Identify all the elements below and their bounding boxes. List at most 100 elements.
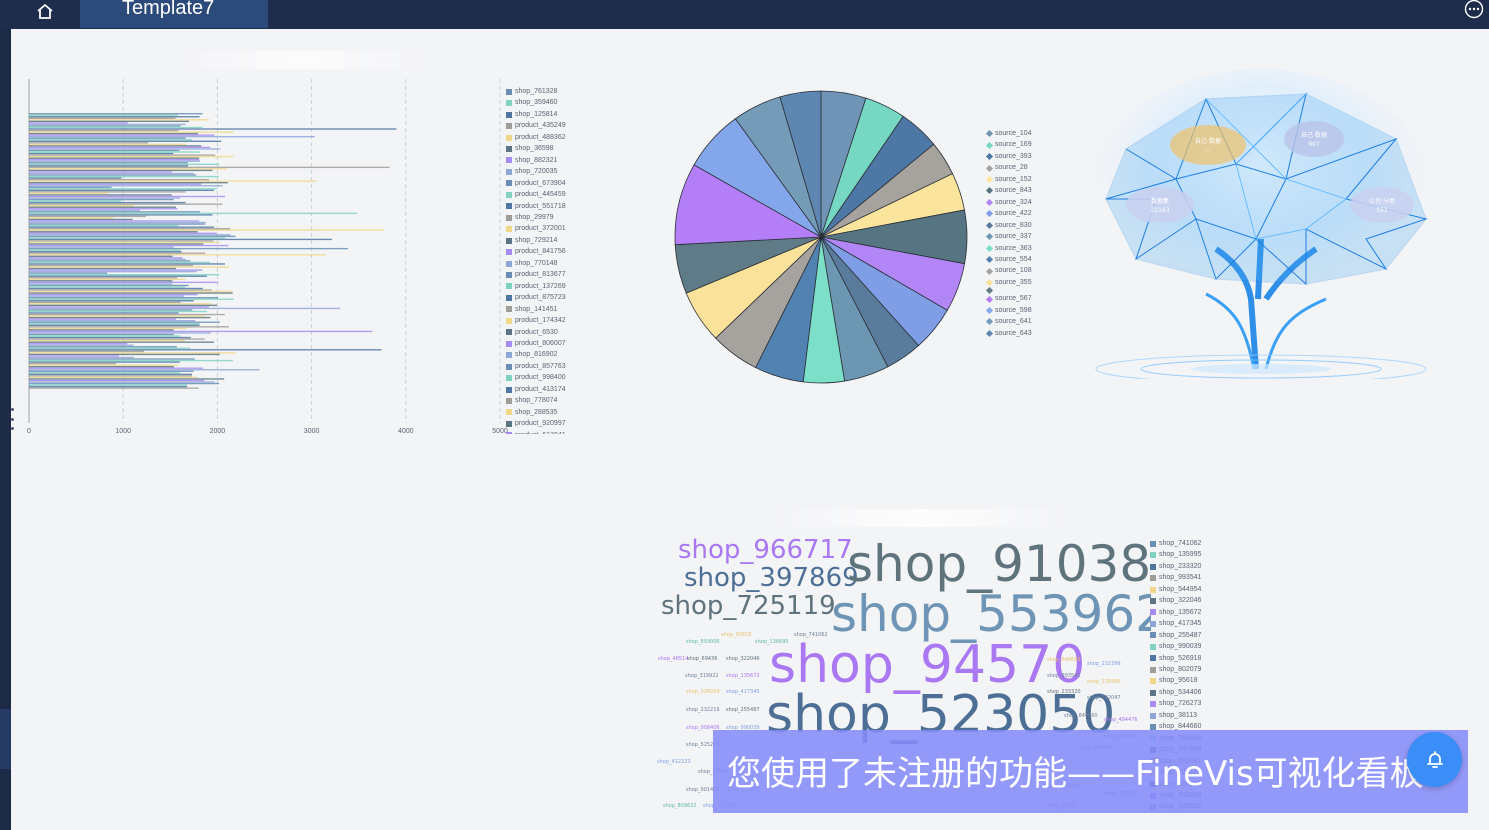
legend-item[interactable]: shop_95618 <box>1150 675 1201 686</box>
legend-item[interactable]: source_843 <box>985 185 1032 196</box>
legend-label: source_104 <box>995 130 1032 137</box>
legend-item[interactable]: source_324 <box>985 197 1032 208</box>
bar <box>29 352 236 354</box>
legend-item[interactable]: shop_802079 <box>1150 664 1201 675</box>
legend-item[interactable]: shop_288535 <box>506 407 566 418</box>
legend-item[interactable]: shop_741062 <box>1150 538 1201 549</box>
legend-item[interactable]: product_174342 <box>506 315 566 326</box>
word-cloud-word: shop_69436 <box>687 656 718 662</box>
legend-swatch <box>506 397 512 404</box>
word-cloud-word: shop_136695 <box>755 639 789 645</box>
legend-item[interactable]: product_613841 <box>506 430 566 434</box>
legend-item[interactable]: source_643 <box>985 328 1032 339</box>
legend-item[interactable]: product_137269 <box>506 281 566 292</box>
legend-item[interactable]: source_598 <box>985 305 1032 316</box>
legend-item[interactable]: shop_726273 <box>1150 698 1201 709</box>
legend-item[interactable]: shop_544954 <box>1150 584 1201 595</box>
legend-item[interactable]: shop_135995 <box>1150 549 1201 560</box>
legend-item[interactable]: shop_526918 <box>1150 653 1201 664</box>
pie-chart-legend: source_104 source_169 source_393 source_28s… <box>985 128 1032 339</box>
legend-item[interactable]: shop_729214 <box>506 235 566 246</box>
legend-item[interactable]: product_6530 <box>506 327 566 338</box>
legend-item[interactable]: product_841756 <box>506 246 566 257</box>
legend-label: shop_741062 <box>1159 540 1202 547</box>
drag-handle-icon[interactable] <box>8 408 16 430</box>
legend-item[interactable]: shop_141451 <box>506 304 566 315</box>
more-options-button[interactable] <box>1462 0 1486 20</box>
legend-item[interactable]: source_108 <box>985 265 1032 276</box>
legend-item[interactable]: shop_816902 <box>506 349 566 360</box>
legend-label: shop_770148 <box>515 259 558 267</box>
legend-marker <box>985 306 994 315</box>
legend-item[interactable]: shop_322046 <box>1150 595 1201 606</box>
legend-item[interactable]: product_857763 <box>506 361 566 372</box>
legend-label: shop_802079 <box>1159 665 1202 673</box>
legend-marker <box>985 279 994 287</box>
legend-item[interactable]: shop_36598 <box>506 143 566 154</box>
x-tick-label: 4000 <box>398 428 414 435</box>
legend-item[interactable]: product_435249 <box>506 120 566 131</box>
bar <box>29 182 228 184</box>
legend-item[interactable]: product_806007 <box>506 338 566 349</box>
legend-item[interactable]: source_355 <box>985 277 1032 288</box>
bar <box>29 367 203 369</box>
legend-item[interactable]: shop_125814 <box>506 109 566 120</box>
legend-label: product_857763 <box>515 362 566 370</box>
legend-item[interactable]: product_998400 <box>506 372 566 383</box>
legend-item[interactable]: source_554 <box>985 254 1032 265</box>
legend-item[interactable]: source_363 <box>985 243 1032 254</box>
legend-item[interactable]: shop_233320 <box>1150 561 1201 572</box>
legend-item[interactable]: shop_359460 <box>506 97 566 108</box>
legend-item[interactable]: product_488362 <box>506 132 566 143</box>
home-button[interactable] <box>32 0 58 22</box>
legend-item[interactable]: shop_720035 <box>506 166 566 177</box>
legend-item[interactable]: source_422 <box>985 208 1032 219</box>
bar <box>29 304 217 307</box>
bar <box>29 224 179 227</box>
legend-item[interactable]: shop_761328 <box>506 86 566 97</box>
legend-item[interactable]: product_413174 <box>506 384 566 395</box>
legend-label: product_551718 <box>515 202 566 210</box>
legend-swatch <box>506 237 512 244</box>
legend-item[interactable]: shop_417345 <box>1150 618 1201 629</box>
legend-item[interactable]: product_673904 <box>506 178 566 189</box>
legend-item[interactable]: source_641 <box>985 316 1032 327</box>
bar <box>29 376 198 379</box>
legend-item[interactable]: shop_38113 <box>1150 710 1201 721</box>
legend-item[interactable]: source_28 <box>985 162 1032 173</box>
word-cloud-word: shop_95618 <box>721 632 752 638</box>
legend-item[interactable]: product_372001 <box>506 223 566 234</box>
legend-item[interactable]: product_445459 <box>506 189 566 200</box>
bar <box>29 257 183 259</box>
legend-swatch <box>506 134 512 141</box>
legend-item[interactable]: shop_993541 <box>1150 572 1201 583</box>
legend-label: source_363 <box>995 244 1032 252</box>
legend-item[interactable]: shop_29979 <box>506 212 566 223</box>
legend-item[interactable]: shop_135672 <box>1150 607 1201 618</box>
legend-item[interactable]: source_567 <box>985 293 1032 304</box>
legend-item[interactable]: shop_990039 <box>1150 641 1201 652</box>
bar <box>29 177 122 179</box>
legend-item[interactable]: product_551718 <box>506 201 566 212</box>
bar <box>29 129 179 132</box>
bell-button[interactable] <box>1407 732 1462 787</box>
legend-label: source_28 <box>995 164 1028 172</box>
bar <box>29 223 206 225</box>
legend-item[interactable]: shop_770148 <box>506 258 566 269</box>
legend-item[interactable]: source_830 <box>985 220 1032 231</box>
legend-swatch <box>506 249 512 256</box>
legend-item[interactable]: source_393 <box>985 151 1032 162</box>
tab-template[interactable]: Template7 <box>80 0 268 28</box>
legend-item[interactable]: product_920997 <box>506 418 566 429</box>
legend-item[interactable]: source_104 <box>985 128 1032 139</box>
legend-item[interactable]: shop_534406 <box>1150 687 1201 698</box>
legend-item[interactable]: shop_255487 <box>1150 630 1201 641</box>
legend-item[interactable]: shop_882321 <box>506 155 566 166</box>
legend-label: source_567 <box>995 295 1032 303</box>
legend-item[interactable]: product_875723 <box>506 292 566 303</box>
legend-item[interactable]: product_813677 <box>506 269 566 280</box>
legend-item[interactable]: source_169 <box>985 139 1032 150</box>
legend-item[interactable]: shop_778074 <box>506 395 566 406</box>
legend-item[interactable]: source_152 <box>985 174 1032 185</box>
legend-item[interactable]: source_337 <box>985 231 1032 242</box>
